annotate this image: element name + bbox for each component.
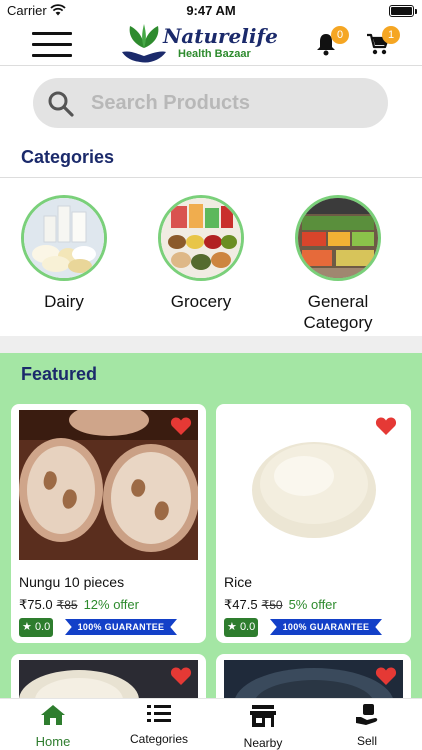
product-price: ₹75.0 bbox=[19, 597, 53, 612]
product-price-row: ₹47.5 ₹50 5% offer bbox=[224, 597, 337, 613]
battery-icon bbox=[389, 5, 417, 17]
product-image bbox=[19, 660, 198, 698]
list-icon bbox=[147, 705, 171, 722]
tab-label: Categories bbox=[129, 732, 189, 746]
category-general[interactable]: General Category bbox=[283, 195, 393, 333]
tab-label: Nearby bbox=[243, 736, 283, 750]
search-bar[interactable] bbox=[33, 78, 388, 128]
featured-section: Featured Nungu 10 pieces ₹75.0 ₹85 12% o… bbox=[0, 353, 422, 698]
rating-value: 0.0 bbox=[239, 621, 256, 633]
heart-icon[interactable] bbox=[170, 666, 192, 686]
tab-categories[interactable]: Categories bbox=[109, 703, 209, 746]
guarantee-ribbon: 100% GUARANTEE bbox=[270, 619, 382, 635]
product-mrp: ₹85 bbox=[56, 598, 78, 612]
category-label: Dairy bbox=[44, 292, 84, 311]
tab-nearby[interactable]: Nearby bbox=[213, 703, 313, 750]
sell-hand-icon bbox=[356, 704, 378, 725]
tab-sell[interactable]: Sell bbox=[317, 703, 417, 748]
product-mrp: ₹50 bbox=[261, 598, 283, 612]
product-offer: 5% offer bbox=[288, 597, 337, 612]
star-icon: ★ bbox=[227, 621, 237, 633]
grocery-image bbox=[158, 195, 244, 281]
menu-icon[interactable] bbox=[32, 32, 72, 58]
tab-label: Sell bbox=[356, 734, 377, 748]
product-image bbox=[224, 660, 403, 698]
category-label: Grocery bbox=[170, 292, 232, 311]
product-card[interactable]: Rice ₹47.5 ₹50 5% offer ★ 0.0 100% GUARANT… bbox=[216, 404, 411, 643]
heart-icon[interactable] bbox=[170, 416, 192, 436]
general-category-image bbox=[295, 195, 381, 281]
product-image bbox=[19, 410, 198, 560]
product-card[interactable] bbox=[11, 654, 206, 698]
tab-label: Home bbox=[35, 734, 71, 749]
leaf-hand-logo-icon bbox=[122, 24, 166, 63]
star-icon: ★ bbox=[22, 621, 32, 633]
product-price: ₹47.5 bbox=[224, 597, 258, 612]
home-icon bbox=[41, 705, 65, 725]
product-offer: 12% offer bbox=[83, 597, 139, 612]
search-input[interactable] bbox=[91, 78, 371, 128]
bottom-tab-bar: Home Categories Nearby Sell bbox=[0, 698, 422, 750]
search-icon bbox=[48, 91, 74, 117]
category-grocery[interactable]: Grocery bbox=[146, 195, 256, 312]
rating-badge: ★ 0.0 bbox=[224, 618, 258, 637]
divider bbox=[0, 177, 422, 178]
product-image bbox=[224, 410, 403, 560]
heart-icon[interactable] bbox=[375, 416, 397, 436]
logo-subtitle: Health Bazaar bbox=[178, 48, 251, 60]
rating-badge: ★ 0.0 bbox=[19, 618, 53, 637]
notifications-badge: 0 bbox=[331, 26, 349, 44]
guarantee-ribbon: 100% GUARANTEE bbox=[65, 619, 177, 635]
product-card[interactable] bbox=[216, 654, 411, 698]
cart-badge: 1 bbox=[382, 26, 400, 44]
store-icon bbox=[250, 705, 276, 727]
rating-value: 0.0 bbox=[34, 621, 51, 633]
section-separator bbox=[0, 336, 422, 353]
notifications-button[interactable]: 0 bbox=[315, 26, 349, 56]
product-name: Nungu 10 pieces bbox=[19, 574, 125, 590]
category-label: General Category bbox=[303, 292, 373, 332]
product-card[interactable]: Nungu 10 pieces ₹75.0 ₹85 12% offer ★ 0.0 … bbox=[11, 404, 206, 643]
app-logo: Naturelife Health Bazaar bbox=[120, 22, 290, 66]
cart-button[interactable]: 1 bbox=[366, 26, 400, 56]
product-name: Rice bbox=[224, 574, 253, 590]
dairy-image bbox=[21, 195, 107, 281]
featured-heading: Featured bbox=[21, 364, 98, 384]
clock: 9:47 AM bbox=[186, 3, 236, 18]
heart-icon[interactable] bbox=[375, 666, 397, 686]
tab-home[interactable]: Home bbox=[3, 703, 103, 749]
status-bar: Carrier 9:47 AM bbox=[0, 0, 422, 22]
product-price-row: ₹75.0 ₹85 12% offer bbox=[19, 597, 139, 613]
logo-title: Naturelife bbox=[163, 24, 278, 48]
categories-heading: Categories bbox=[21, 147, 115, 167]
category-dairy[interactable]: Dairy bbox=[9, 195, 119, 312]
app-header: Naturelife Health Bazaar 0 1 bbox=[0, 22, 422, 66]
